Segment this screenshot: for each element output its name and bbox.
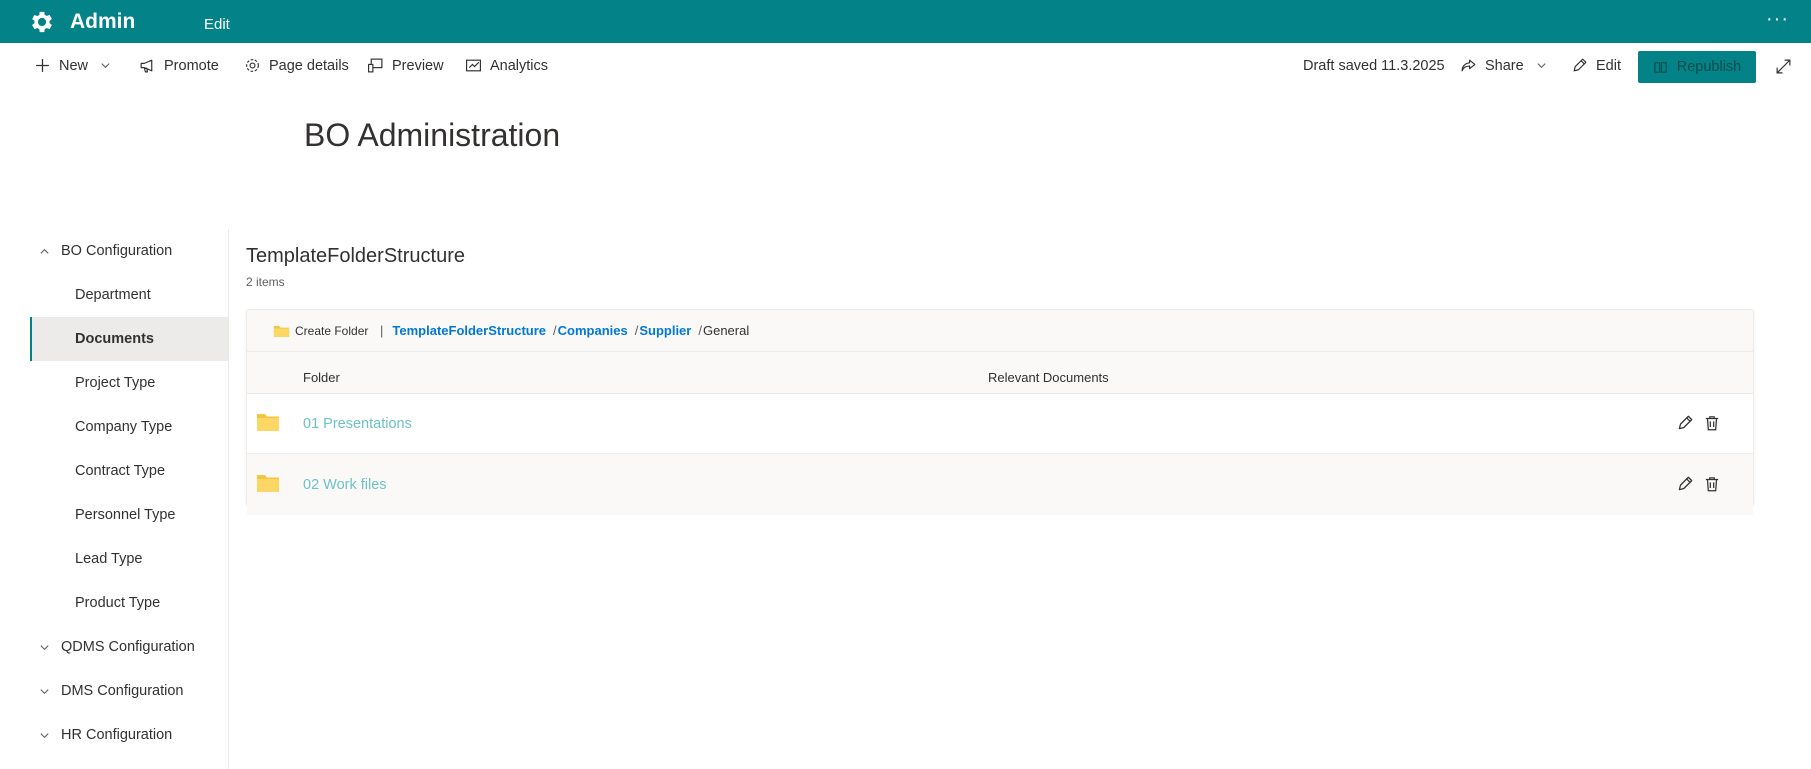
republish-label: Republish (1676, 59, 1742, 75)
new-label: New (59, 57, 89, 74)
column-header-folder[interactable]: Folder (303, 370, 340, 385)
column-header-relevant-documents[interactable]: Relevant Documents (988, 370, 1109, 385)
promote-button[interactable]: Promote (139, 57, 219, 74)
nav-label: Project Type (75, 375, 156, 391)
new-button[interactable]: New (34, 57, 111, 74)
book-icon (1654, 61, 1667, 73)
folder-icon (273, 325, 290, 337)
nav-label: Documents (75, 331, 154, 347)
nav-item-contract-type[interactable]: Contract Type (30, 449, 229, 493)
chevron-down-icon (40, 645, 49, 651)
plus-icon (36, 59, 49, 72)
page-details-button[interactable]: Page details (244, 57, 349, 74)
trash-icon[interactable] (1703, 475, 1721, 493)
edit-label: Edit (1596, 57, 1621, 74)
republish-button[interactable]: Republish (1638, 51, 1756, 83)
chevron-up-icon (40, 248, 49, 254)
megaphone-icon (140, 59, 153, 73)
chevron-down-icon (40, 689, 49, 695)
nav-item-lead-type[interactable]: Lead Type (30, 537, 229, 581)
folder-icon (257, 414, 279, 431)
folder-name-link[interactable]: 02 Work files (303, 477, 387, 493)
nav-item-product-type[interactable]: Product Type (30, 581, 229, 625)
analytics-label: Analytics (490, 57, 549, 74)
site-title[interactable]: Admin (70, 10, 135, 34)
create-folder-button[interactable]: Create Folder (273, 324, 368, 338)
analytics-icon (466, 59, 481, 72)
page-details-label: Page details (269, 57, 349, 74)
suite-bar: Admin Edit ··· (0, 0, 1811, 43)
nav-label: Department (75, 287, 151, 303)
nav-label: Personnel Type (75, 507, 176, 523)
nav-label: Lead Type (75, 551, 143, 567)
command-bar: New Promote Page details Preview Analyti… (0, 43, 1811, 89)
nav-label: HR Configuration (61, 727, 173, 743)
table-row[interactable]: 02 Work files (247, 455, 1753, 515)
edit-button[interactable]: Edit (1571, 57, 1621, 74)
nav-item-project-type[interactable]: Project Type (30, 361, 229, 405)
breadcrumb-separator: / (698, 323, 702, 338)
nav-label: Contract Type (75, 463, 166, 479)
promote-label: Promote (164, 57, 219, 74)
preview-label: Preview (392, 57, 444, 74)
folder-name-link[interactable]: 01 Presentations (303, 416, 412, 432)
nav-item-department[interactable]: Department (30, 273, 229, 317)
nav-label: BO Configuration (61, 243, 173, 259)
table-header: Folder Relevant Documents (247, 352, 1753, 394)
nav-group-bo-configuration[interactable]: BO Configuration (30, 229, 229, 273)
breadcrumb-divider: | (380, 323, 384, 338)
share-label: Share (1485, 57, 1524, 74)
pencil-icon[interactable] (1676, 414, 1694, 432)
create-folder-label: Create Folder (295, 324, 369, 338)
draft-status: Draft saved 11.3.2025 (1303, 58, 1445, 74)
nav-group-hr-configuration[interactable]: HR Configuration (30, 713, 229, 757)
nav-item-personnel-type[interactable]: Personnel Type (30, 493, 229, 537)
preview-button[interactable]: Preview (367, 57, 444, 74)
pencil-icon (1573, 58, 1587, 72)
nav-label: Product Type (75, 595, 161, 611)
nav-label: DMS Configuration (61, 683, 184, 699)
folder-toolbar: Create Folder | TemplateFolderStructure … (247, 310, 1753, 352)
breadcrumb-separator: / (553, 323, 557, 338)
table-row[interactable]: 01 Presentations (247, 394, 1753, 454)
left-navigation: BO Configuration Department Documents Pr… (30, 229, 229, 769)
breadcrumb-link-templatefolderstructure[interactable]: TemplateFolderStructure (392, 323, 546, 338)
nav-item-company-type[interactable]: Company Type (30, 405, 229, 449)
suite-edit-link[interactable]: Edit (204, 16, 230, 33)
preview-icon (368, 58, 383, 73)
chevron-down-icon (101, 63, 110, 69)
pencil-icon[interactable] (1676, 475, 1694, 493)
folder-icon (257, 475, 279, 492)
chevron-down-icon (1537, 63, 1546, 69)
analytics-button[interactable]: Analytics (465, 57, 548, 74)
nav-group-qdms-configuration[interactable]: QDMS Configuration (30, 625, 229, 669)
breadcrumb-link-supplier[interactable]: Supplier (639, 323, 691, 338)
nav-label: QDMS Configuration (61, 639, 195, 655)
folder-panel: Create Folder | TemplateFolderStructure … (246, 309, 1754, 515)
trash-icon[interactable] (1703, 414, 1721, 432)
nav-label: Company Type (75, 419, 173, 435)
list-title: TemplateFolderStructure (246, 245, 465, 267)
expand-icon[interactable] (1775, 58, 1792, 75)
breadcrumb-current: General (702, 323, 750, 338)
more-options-icon[interactable]: ··· (1766, 8, 1789, 31)
nav-item-documents[interactable]: Documents (30, 317, 229, 361)
breadcrumb: | TemplateFolderStructure / Companies / … (380, 323, 749, 338)
breadcrumb-separator: / (634, 323, 639, 338)
page-title: BO Administration (304, 117, 561, 153)
share-icon (1461, 59, 1476, 72)
nav-group-dms-configuration[interactable]: DMS Configuration (30, 669, 229, 713)
breadcrumb-link-companies[interactable]: Companies (558, 323, 628, 338)
share-button[interactable]: Share (1460, 57, 1547, 74)
gear-icon[interactable] (28, 8, 56, 36)
chevron-down-icon (40, 733, 49, 739)
settings-icon (246, 59, 259, 72)
item-count: 2 items (246, 275, 285, 289)
